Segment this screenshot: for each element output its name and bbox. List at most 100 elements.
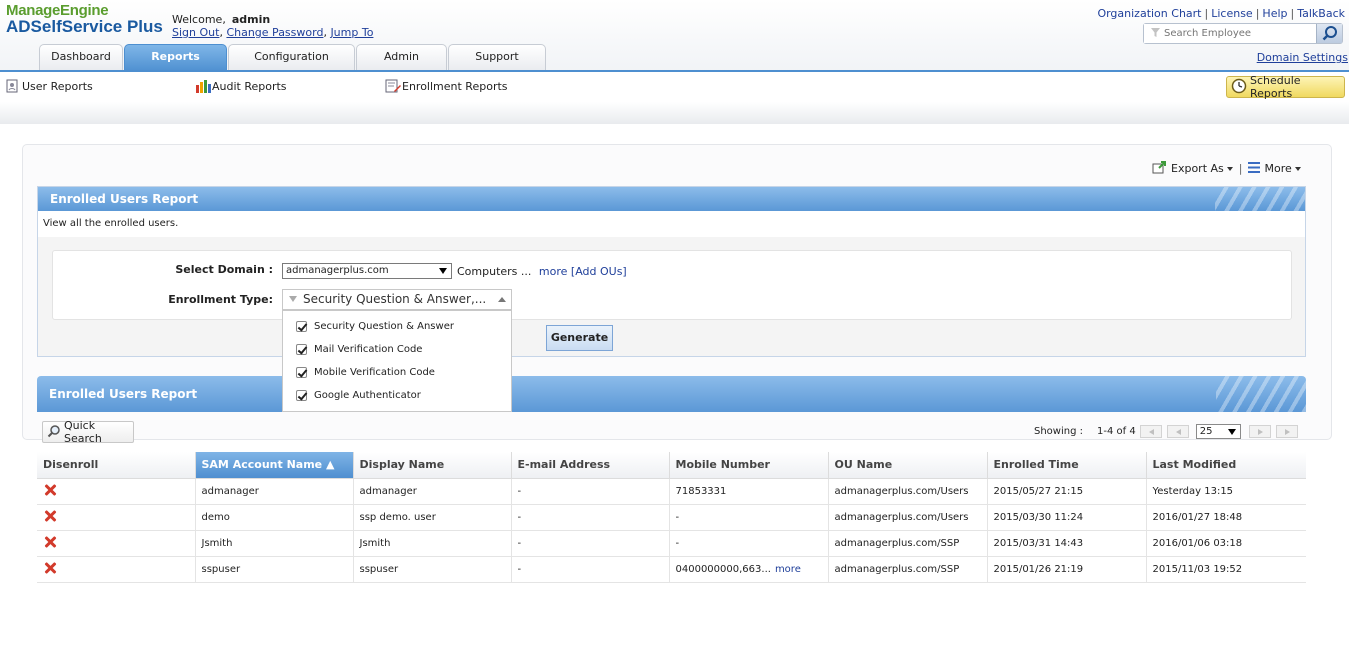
checkbox-checked[interactable] xyxy=(296,367,307,378)
cell-mobile: 0400000000,663... more xyxy=(669,556,829,583)
col-ou-name[interactable]: OU Name xyxy=(828,452,988,479)
cell-modified: Yesterday 13:15 xyxy=(1146,478,1306,505)
quick-search-button[interactable]: Quick Search xyxy=(42,419,134,445)
search-button[interactable] xyxy=(1316,24,1342,43)
export-toolbar: Export As | More xyxy=(1152,160,1301,177)
option-google-authenticator[interactable]: Google Authenticator xyxy=(283,384,511,407)
domain-extras: Computers ... more [Add OUs] xyxy=(457,265,627,278)
magnifier-icon xyxy=(47,424,61,441)
search-icon xyxy=(1322,26,1337,41)
enrollment-reports-link[interactable]: Enrollment Reports xyxy=(385,79,508,93)
more-menu-button[interactable]: More xyxy=(1264,162,1301,175)
option-mail-verification[interactable]: Mail Verification Code xyxy=(283,338,511,361)
talkback-link[interactable]: TalkBack xyxy=(1297,7,1345,20)
sub-navigation: User Reports Audit Reports Enrollment Re… xyxy=(0,72,1349,102)
col-display-name[interactable]: Display Name xyxy=(353,452,512,479)
toolbar-shadow xyxy=(0,102,1349,124)
col-email[interactable]: E-mail Address xyxy=(511,452,670,479)
license-link[interactable]: License xyxy=(1211,7,1252,20)
search-filter-icon xyxy=(1151,28,1160,41)
menu-icon xyxy=(1248,161,1261,176)
cell-ou: admanagerplus.com/Users xyxy=(828,478,988,505)
checkbox-checked[interactable] xyxy=(296,344,307,355)
table-row: demo ssp demo. user - - admanagerplus.co… xyxy=(37,504,1306,531)
account-links: Sign Out, Change Password, Jump To xyxy=(172,26,374,39)
col-sam-account-name[interactable]: SAM Account Name ▲ xyxy=(195,452,354,479)
col-mobile[interactable]: Mobile Number xyxy=(669,452,829,479)
checkbox-checked[interactable] xyxy=(296,321,307,332)
col-enrolled-time[interactable]: Enrolled Time xyxy=(987,452,1147,479)
welcome-user: admin xyxy=(231,13,271,26)
change-password-link[interactable]: Change Password xyxy=(226,26,323,39)
funnel-icon xyxy=(289,296,297,302)
cell-display: Jsmith xyxy=(353,530,512,557)
cell-ou: admanagerplus.com/SSP xyxy=(828,556,988,583)
org-chart-link[interactable]: Organization Chart xyxy=(1097,7,1201,20)
mobile-more-link[interactable]: more xyxy=(775,564,801,575)
delete-x-icon[interactable] xyxy=(43,483,57,497)
domain-select[interactable]: admanagerplus.com xyxy=(282,263,452,279)
select-domain-label: Select Domain : xyxy=(175,263,273,276)
enrollment-type-multiselect[interactable]: Security Question & Answer,... xyxy=(282,289,512,310)
tab-configuration[interactable]: Configuration xyxy=(228,44,355,71)
cell-sam: demo xyxy=(195,504,354,531)
cell-email: - xyxy=(511,504,670,531)
option-mobile-verification[interactable]: Mobile Verification Code xyxy=(283,361,511,384)
enrollment-type-value: Security Question & Answer,... xyxy=(303,292,487,306)
filter-panel-title: Enrolled Users Report xyxy=(38,187,1305,211)
cell-display: ssp demo. user xyxy=(353,504,512,531)
more-ous-link[interactable]: more xyxy=(539,265,568,278)
export-as-button[interactable]: Export As xyxy=(1171,162,1233,175)
cell-display: admanager xyxy=(353,478,512,505)
report-panel-title: Enrolled Users Report xyxy=(37,376,1306,412)
last-page-button[interactable] xyxy=(1275,425,1298,438)
showing-range: 1-4 of 4 xyxy=(1097,426,1136,437)
tab-admin[interactable]: Admin xyxy=(356,44,447,71)
help-link[interactable]: Help xyxy=(1262,7,1287,20)
tab-dashboard[interactable]: Dashboard xyxy=(39,44,123,71)
cell-sam: Jsmith xyxy=(195,530,354,557)
audit-reports-link[interactable]: Audit Reports xyxy=(195,79,287,93)
report-description: View all the enrolled users. xyxy=(38,211,1305,237)
table-header-row: Disenroll SAM Account Name ▲ Display Nam… xyxy=(37,452,1306,479)
cell-enrolled: 2015/05/27 21:15 xyxy=(987,478,1147,505)
domain-settings-link[interactable]: Domain Settings xyxy=(1257,51,1348,64)
cell-sam: admanager xyxy=(195,478,354,505)
col-disenroll[interactable]: Disenroll xyxy=(37,452,196,479)
option-security-question[interactable]: Security Question & Answer xyxy=(283,315,511,338)
computers-text: Computers ... xyxy=(457,265,532,278)
employee-search xyxy=(1143,23,1343,44)
jump-to-link[interactable]: Jump To xyxy=(330,26,373,39)
enrollment-report-icon xyxy=(385,79,401,93)
enrollment-reports-label: Enrollment Reports xyxy=(402,79,508,93)
first-page-button[interactable] xyxy=(1166,425,1189,438)
delete-x-icon[interactable] xyxy=(43,535,57,549)
cell-enrolled: 2015/03/31 14:43 xyxy=(987,530,1147,557)
audit-chart-icon xyxy=(195,79,211,93)
tab-reports[interactable]: Reports xyxy=(124,44,227,72)
table-row: sspuser sspuser - 0400000000,663... more … xyxy=(37,556,1306,583)
tab-support[interactable]: Support xyxy=(448,44,546,71)
delete-x-icon[interactable] xyxy=(43,561,57,575)
prev-page-button[interactable] xyxy=(1139,425,1162,438)
next-page-button[interactable] xyxy=(1248,425,1271,438)
col-last-modified[interactable]: Last Modified xyxy=(1146,452,1306,479)
user-reports-link[interactable]: User Reports xyxy=(5,79,93,93)
table-row: admanager admanager - 71853331 admanager… xyxy=(37,478,1306,505)
search-input[interactable] xyxy=(1144,24,1314,43)
domain-value: admanagerplus.com xyxy=(286,265,389,276)
chevron-down-icon xyxy=(1227,429,1236,435)
pagination: Showing : 1-4 of 4 25 xyxy=(1034,424,1298,439)
enrolled-users-table: Disenroll SAM Account Name ▲ Display Nam… xyxy=(37,452,1306,583)
generate-button[interactable]: Generate xyxy=(546,325,613,351)
page-size-select[interactable]: 25 xyxy=(1195,424,1241,439)
delete-x-icon[interactable] xyxy=(43,509,57,523)
enrollment-type-dropdown: Security Question & Answer Mail Verifica… xyxy=(282,310,512,412)
cell-ou: admanagerplus.com/Users xyxy=(828,504,988,531)
logo[interactable]: ManageEngine ADSelfService Plus xyxy=(6,2,163,37)
sign-out-link[interactable]: Sign Out xyxy=(172,26,219,39)
checkbox-checked[interactable] xyxy=(296,390,307,401)
add-ous-link[interactable]: [Add OUs] xyxy=(571,265,627,278)
table-row: Jsmith Jsmith - - admanagerplus.com/SSP … xyxy=(37,530,1306,557)
schedule-reports-button[interactable]: Schedule Reports xyxy=(1226,74,1345,100)
